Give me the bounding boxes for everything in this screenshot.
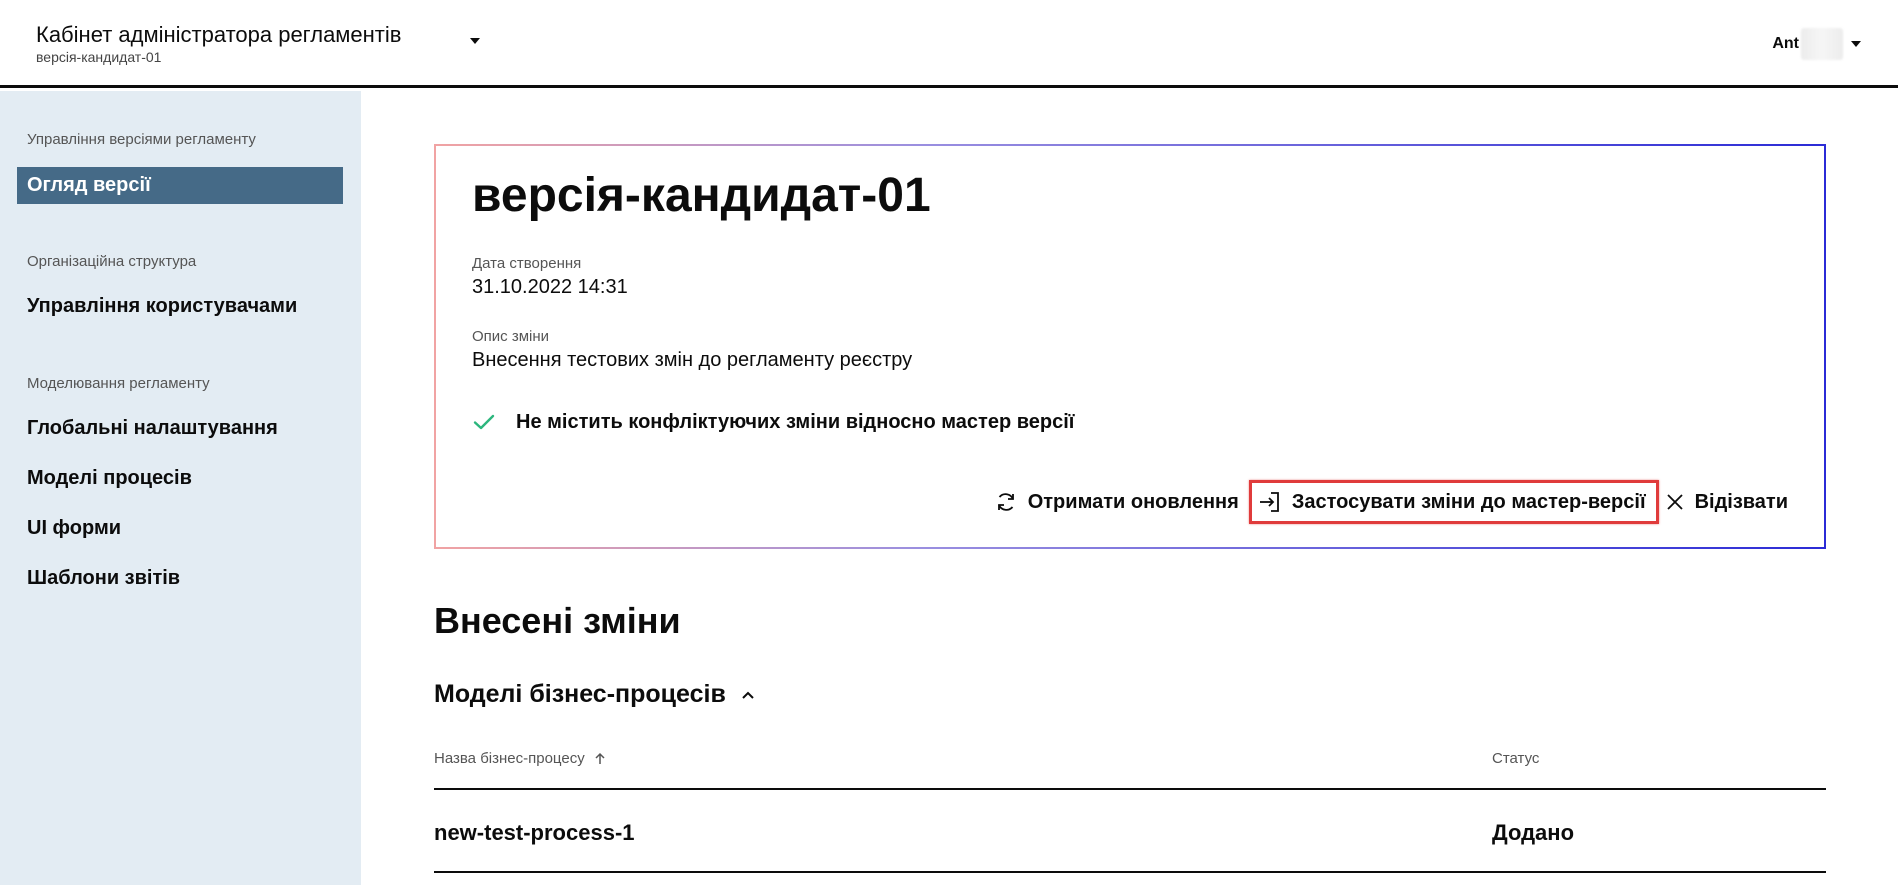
sort-ascending-icon	[595, 752, 605, 764]
version-title: версія-кандидат-01	[472, 169, 931, 222]
revoke-label: Відізвати	[1694, 490, 1788, 513]
version-switcher-caret-icon[interactable]	[470, 38, 480, 44]
chevron-up-icon	[742, 691, 754, 699]
app-subtitle: версія-кандидат-01	[36, 49, 162, 65]
get-updates-button[interactable]: Отримати оновлення	[994, 480, 1239, 524]
user-name-redacted	[1801, 28, 1843, 60]
revoke-button[interactable]: Відізвати	[1665, 480, 1788, 524]
app-title: Кабінет адміністратора регламентів	[36, 22, 402, 47]
app-header: Кабінет адміністратора регламентів версі…	[0, 0, 1898, 88]
column-header-process-name[interactable]: Назва бізнес-процесу	[434, 750, 607, 767]
merge-into-icon	[1259, 492, 1279, 512]
sidebar: Управління версіями регламенту Огляд вер…	[0, 91, 361, 885]
refresh-icon	[997, 493, 1014, 511]
close-icon	[1666, 494, 1683, 510]
version-actions: Отримати оновлення Застосувати зміни до …	[994, 480, 1788, 524]
version-card: версія-кандидат-01 Дата створення 31.10.…	[434, 144, 1826, 549]
sidebar-group-regulation-modeling: Моделювання регламенту	[27, 375, 210, 392]
conflict-status-text: Не містить конфліктуючих зміни відносно …	[516, 410, 1075, 433]
description-value: Внесення тестових змін до регламенту реє…	[472, 349, 913, 371]
sidebar-item-version-overview[interactable]: Огляд версії	[17, 167, 343, 204]
sidebar-group-version-management: Управління версіями регламенту	[27, 131, 256, 148]
process-models-section-toggle[interactable]: Моделі бізнес-процесів	[434, 680, 756, 709]
table-header-divider	[434, 788, 1826, 790]
created-date-label: Дата створення	[472, 255, 582, 272]
check-icon	[473, 414, 495, 430]
description-label: Опис зміни	[472, 328, 550, 345]
process-name-cell: new-test-process-1	[434, 820, 635, 845]
apply-to-master-button[interactable]: Застосувати зміни до мастер-версії	[1248, 480, 1659, 524]
sidebar-item-report-templates[interactable]: Шаблони звітів	[27, 567, 180, 590]
conflict-status: Не містить конфліктуючих зміни відносно …	[472, 410, 1074, 434]
created-date-value: 31.10.2022 14:31	[472, 276, 628, 298]
changes-title: Внесені зміни	[434, 600, 681, 641]
sidebar-item-ui-forms[interactable]: UI форми	[27, 517, 121, 540]
table-row-divider	[434, 871, 1826, 873]
column-header-process-name-label: Назва бізнес-процесу	[434, 750, 585, 767]
sidebar-item-process-models[interactable]: Моделі процесів	[27, 467, 192, 490]
column-header-status-label: Статус	[1492, 750, 1540, 767]
sidebar-item-global-settings[interactable]: Глобальні налаштування	[27, 417, 278, 440]
chevron-down-icon	[1851, 41, 1861, 47]
sidebar-group-org-structure: Організаційна структура	[27, 253, 197, 270]
sidebar-item-user-management[interactable]: Управління користувачами	[27, 295, 297, 318]
user-name: Ant	[1772, 35, 1799, 52]
process-status-cell: Додано	[1492, 820, 1575, 845]
column-header-status: Статус	[1492, 750, 1539, 767]
user-menu[interactable]: Ant	[1772, 28, 1861, 60]
apply-to-master-label: Застосувати зміни до мастер-версії	[1291, 490, 1646, 513]
process-models-section-title: Моделі бізнес-процесів	[434, 680, 726, 708]
get-updates-label: Отримати оновлення	[1027, 490, 1239, 513]
